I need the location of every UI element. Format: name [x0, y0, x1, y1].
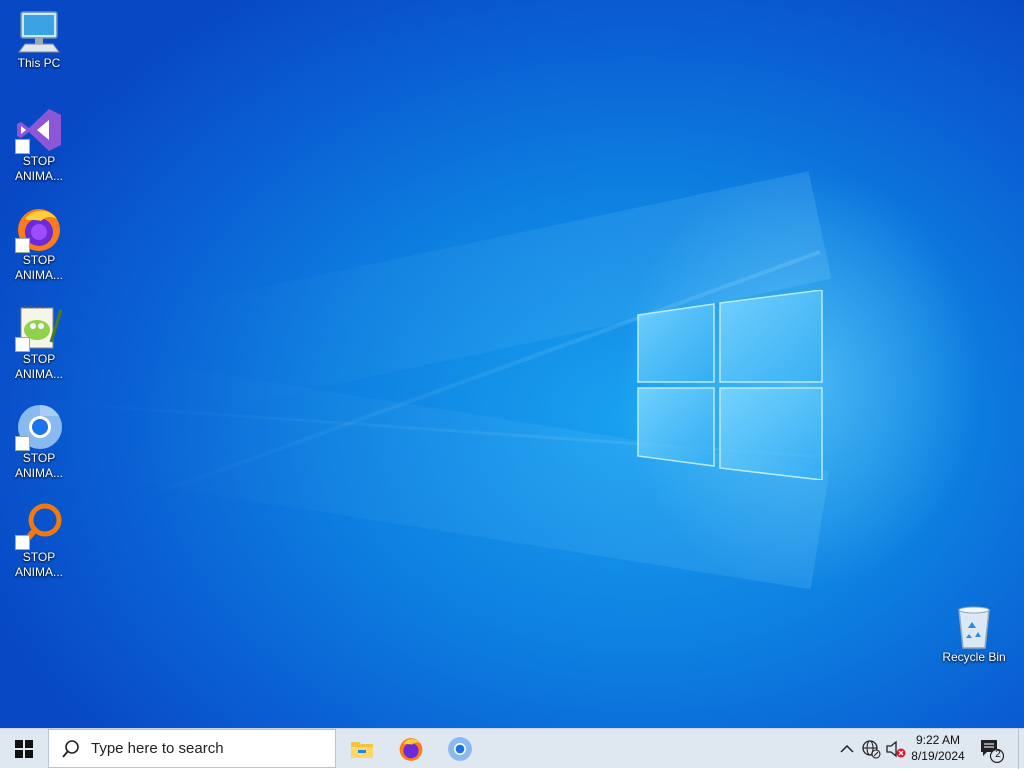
taskbar: Type here to search 9:22 AM 8/19/2024 2 [0, 728, 1024, 769]
desktop-icon-recycle-bin[interactable]: Recycle Bin [936, 602, 1012, 665]
taskbar-chromium[interactable] [436, 729, 484, 769]
clock-date: 8/19/2024 [911, 749, 965, 763]
start-button[interactable] [0, 729, 48, 769]
shortcut-arrow-icon [15, 436, 30, 451]
desktop-icon-firefox[interactable]: STOP ANIMA... [1, 205, 77, 283]
action-center-button[interactable]: 2 [978, 737, 1005, 764]
desktop-icon-notepad-plus-plus[interactable]: STOP ANIMA... [1, 304, 77, 382]
desktop-icon-label: This PC [17, 56, 61, 70]
desktop-icon-this-pc[interactable]: This PC [1, 8, 77, 71]
search-icon [62, 739, 79, 758]
firefox-icon [399, 738, 423, 761]
taskbar-clock[interactable]: 9:22 AM 8/19/2024 [905, 732, 971, 766]
desktop-icon-chromium[interactable]: STOP ANIMA... [1, 403, 77, 481]
desktop-icon-label: STOP ANIMA... [14, 352, 63, 381]
visual-studio-icon [15, 106, 63, 154]
desktop: This PC STOP ANIMA... STOP ANIMA... STOP… [0, 0, 1024, 728]
shortcut-arrow-icon [15, 139, 30, 154]
chevron-up-icon[interactable] [838, 739, 856, 759]
desktop-icon-search-tool[interactable]: STOP ANIMA... [1, 502, 77, 580]
notification-count-badge: 2 [995, 749, 1001, 760]
shortcut-arrow-icon [15, 535, 30, 550]
windows-start-icon [15, 740, 33, 758]
volume-muted-icon[interactable] [885, 739, 907, 759]
search-placeholder: Type here to search [91, 740, 224, 757]
chromium-icon [448, 737, 472, 761]
desktop-icon-label: Recycle Bin [942, 650, 1006, 664]
taskbar-firefox[interactable] [387, 729, 435, 769]
desktop-icon-label: STOP ANIMA... [14, 550, 63, 579]
this-pc-icon [15, 8, 63, 56]
desktop-icon-label: STOP ANIMA... [14, 451, 63, 480]
show-desktop-button[interactable] [1018, 729, 1024, 769]
windows-logo-wallpaper [637, 290, 823, 480]
recycle-bin-icon [950, 602, 998, 650]
notepad-plus-plus-icon [15, 304, 63, 352]
shortcut-arrow-icon [15, 337, 30, 352]
desktop-icon-label: STOP ANIMA... [14, 154, 63, 183]
taskbar-search-box[interactable]: Type here to search [48, 729, 336, 768]
clock-time: 9:22 AM [915, 733, 961, 747]
desktop-icon-visual-studio[interactable]: STOP ANIMA... [1, 106, 77, 184]
desktop-icon-label: STOP ANIMA... [14, 253, 63, 282]
taskbar-file-explorer[interactable] [338, 729, 386, 769]
search-tool-icon [15, 502, 63, 550]
shortcut-arrow-icon [15, 238, 30, 253]
firefox-icon [15, 205, 63, 253]
file-explorer-icon [351, 742, 373, 758]
network-globe-icon[interactable] [861, 739, 881, 759]
chromium-icon [15, 403, 63, 451]
